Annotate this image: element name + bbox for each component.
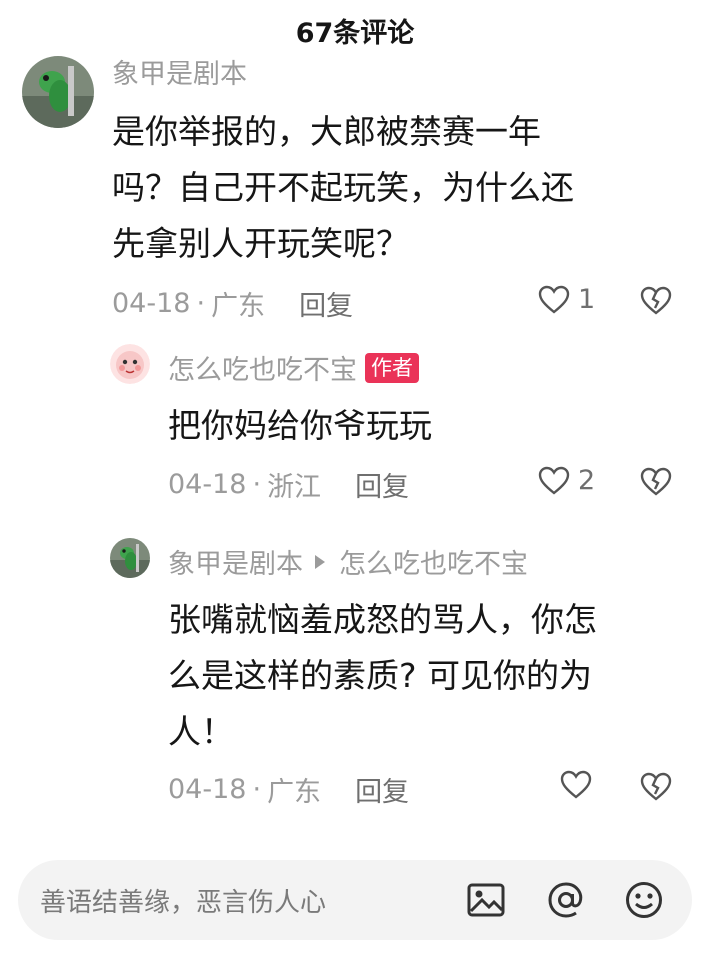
comment-line: 把你妈给你爷玩玩 [168,406,432,445]
comments-header: 67条评论 [0,0,710,60]
comment-input-bar[interactable]: 善语结善缘，恶言伤人心 [18,860,692,940]
parrot-avatar-icon [22,56,94,128]
comment-line: 是你举报的，大郎被禁赛一年 [112,112,541,151]
like-button[interactable] [560,770,600,800]
cartoon-face-avatar-icon [110,344,150,384]
username-text[interactable]: 怎么吃也吃不宝 [168,348,357,387]
dislike-icon[interactable] [640,772,672,802]
dislike-icon[interactable] [640,467,672,497]
like-count: 1 [578,284,596,315]
separator-dot: · [196,288,206,319]
emoji-icon[interactable] [624,880,664,920]
comment-line: 吗？自己开不起玩笑，为什么还 [112,168,574,207]
comment-meta: 04-18 · 广东 回复 [168,770,409,809]
comment-meta: 04-18 · 浙江 回复 [168,465,409,504]
heart-icon [538,285,570,314]
at-icon[interactable] [546,880,586,920]
comment-username[interactable]: 象甲是剧本 [112,52,247,91]
comment-content: 张嘴就恼羞成怒的骂人，你怎 么是这样的素质? 可见你的为 人！ [168,592,597,760]
avatar[interactable] [22,56,94,128]
comment-username: 象甲是剧本 怎么吃也吃不宝 [168,542,528,581]
comment-location: 浙江 [267,472,322,503]
comment-location: 广东 [211,291,266,322]
comment-date: 04-18 [168,774,247,805]
comment-line: 人！ [168,712,234,751]
reply-button[interactable]: 回复 [355,770,409,809]
username-text[interactable]: 象甲是剧本 [112,52,247,91]
reply-button[interactable]: 回复 [299,284,353,323]
dislike-icon[interactable] [640,286,672,316]
author-badge: 作者 [365,352,419,383]
heart-icon [538,466,570,495]
comment-content: 把你妈给你爷玩玩 [168,398,432,454]
comment-input-placeholder[interactable]: 善语结善缘，恶言伤人心 [40,882,326,919]
heart-icon [560,770,592,799]
reply-arrow-icon [315,554,325,569]
avatar[interactable] [110,538,150,578]
reply-to-username[interactable]: 怎么吃也吃不宝 [339,542,528,581]
comment-line: 张嘴就恼羞成怒的骂人，你怎 [168,600,597,639]
comment-line: 先拿别人开玩笑呢？ [112,224,409,263]
separator-dot: · [252,469,262,500]
username-text[interactable]: 象甲是剧本 [168,542,303,581]
comment-count-title: 67条评论 [295,17,415,49]
like-button[interactable]: 1 [538,284,595,315]
separator-dot: · [252,774,262,805]
comment-location: 广东 [267,777,322,808]
image-icon[interactable] [466,880,506,920]
comment-meta: 04-18 · 广东 回复 [112,284,353,323]
comment-content: 是你举报的，大郎被禁赛一年 吗？自己开不起玩笑，为什么还 先拿别人开玩笑呢？ [112,104,574,272]
comment-username[interactable]: 怎么吃也吃不宝 作者 [168,348,419,387]
parrot-avatar-icon [110,538,150,578]
comment-date: 04-18 [112,288,191,319]
reply-button[interactable]: 回复 [355,465,409,504]
comment-date: 04-18 [168,469,247,500]
like-count: 2 [578,465,596,496]
avatar[interactable] [110,344,150,384]
like-button[interactable]: 2 [538,465,595,496]
comment-line: 么是这样的素质? 可见你的为 [168,656,593,695]
